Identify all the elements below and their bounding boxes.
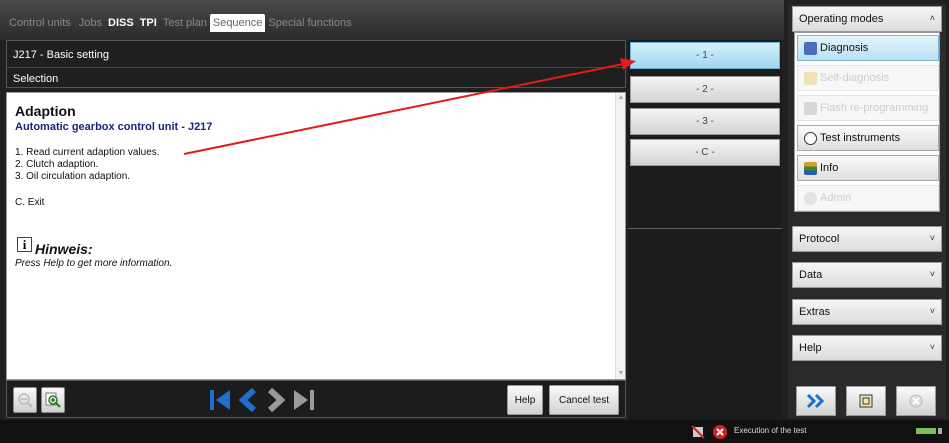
frame-icon	[859, 394, 873, 408]
header-divider	[7, 67, 625, 68]
scroll-up-icon[interactable]: ▲	[616, 93, 626, 103]
exit-icon	[909, 394, 923, 408]
next-step-button[interactable]	[263, 385, 289, 415]
side-panel: Operating modes ˄ Diagnosis Self-diagnos…	[788, 4, 946, 418]
side-tools	[792, 382, 942, 418]
operating-modes-label: Operating modes	[799, 13, 884, 25]
tab-bar: Control units Jobs DISS TPI Test plan Se…	[0, 0, 784, 40]
tab-test-plan[interactable]: Test plan	[160, 14, 210, 32]
protocol-header[interactable]: Protocol ˅	[792, 226, 942, 252]
mode-test-instruments[interactable]: Test instruments	[797, 125, 939, 151]
expand-icon[interactable]: ˅	[930, 306, 935, 316]
forward-button[interactable]	[796, 386, 836, 416]
first-step-icon	[210, 390, 230, 410]
mode-self-diagnosis-label: Self-diagnosis	[820, 72, 890, 84]
previous-step-icon	[238, 387, 257, 413]
help-header[interactable]: Help ˅	[792, 335, 942, 361]
status-text: Execution of the test	[734, 426, 807, 435]
zoom-out-button[interactable]	[13, 387, 37, 413]
screenshot-button[interactable]	[846, 386, 886, 416]
tab-control-units[interactable]: Control units	[6, 14, 74, 32]
zoom-out-icon	[18, 393, 33, 408]
option-1: 1. Read current adaption values.	[15, 147, 160, 158]
sequence-button-c[interactable]: - C -	[630, 139, 780, 166]
header-title: J217 - Basic setting	[13, 49, 109, 61]
extras-header[interactable]: Extras ˅	[792, 299, 942, 325]
step-header: J217 - Basic setting Selection	[6, 40, 626, 88]
zoom-in-icon	[45, 392, 61, 408]
tab-jobs[interactable]: Jobs	[76, 14, 105, 32]
option-3: 3. Oil circulation adaption.	[15, 171, 131, 182]
error-icon	[713, 425, 727, 439]
content-title: Adaption	[15, 103, 76, 119]
hint-title: Hinweis:	[35, 241, 93, 257]
mode-admin-label: Admin	[820, 192, 852, 204]
next-step-icon	[267, 387, 286, 413]
operating-modes-list: Diagnosis Self-diagnosis Flash re-progra…	[794, 32, 940, 212]
help-button[interactable]: Help	[507, 385, 543, 415]
tab-sequence[interactable]: Sequence	[209, 14, 266, 32]
operating-modes-header[interactable]: Operating modes ˄	[792, 6, 942, 32]
hint-text: Press Help to get more information.	[15, 258, 173, 269]
scroll-down-icon[interactable]: ▼	[616, 369, 626, 379]
mode-info[interactable]: Info	[797, 155, 939, 181]
sequence-divider	[628, 228, 782, 229]
content-subtitle: Automatic gearbox control unit - J217	[15, 121, 213, 133]
info-icon: i	[17, 237, 32, 252]
tabs: Control units Jobs DISS TPI Test plan Se…	[6, 14, 355, 32]
expand-icon[interactable]: ˅	[930, 269, 935, 279]
sequence-button-panel: - 1 - - 2 - - 3 - - C -	[628, 40, 782, 420]
help-label: Help	[799, 342, 822, 354]
content-scrollbar[interactable]: ▲ ▼	[615, 93, 625, 379]
mode-test-instruments-label: Test instruments	[820, 132, 901, 144]
protocol-label: Protocol	[799, 233, 840, 245]
header-subtitle: Selection	[13, 73, 59, 85]
gauge-icon	[804, 132, 817, 145]
data-header[interactable]: Data ˅	[792, 262, 942, 288]
first-step-button[interactable]	[207, 385, 233, 415]
mode-self-diagnosis: Self-diagnosis	[797, 65, 939, 91]
flash-icon	[804, 102, 817, 115]
mode-info-label: Info	[820, 162, 839, 174]
mode-flash-reprogramming: Flash re-programming	[797, 95, 939, 121]
stethoscope-icon	[804, 42, 817, 55]
mode-flash-label: Flash re-programming	[820, 102, 929, 114]
collapse-icon[interactable]: ˄	[930, 13, 935, 23]
admin-icon	[804, 192, 817, 205]
expand-icon[interactable]: ˅	[930, 342, 935, 352]
option-2: 2. Clutch adaption.	[15, 159, 99, 170]
diagnosis-app: Control units Jobs DISS TPI Test plan Se…	[0, 0, 949, 443]
book-icon	[804, 72, 817, 85]
battery-icon	[916, 428, 942, 434]
books-icon	[804, 162, 817, 175]
last-step-icon	[294, 390, 314, 410]
sequence-button-3[interactable]: - 3 -	[630, 108, 780, 135]
data-label: Data	[799, 269, 823, 281]
exit-button	[896, 386, 936, 416]
tool-icon	[691, 425, 705, 439]
sequence-button-2[interactable]: - 2 -	[630, 76, 780, 103]
mode-admin: Admin	[797, 185, 939, 211]
sequence-button-1[interactable]: - 1 -	[630, 42, 780, 69]
tab-tpi[interactable]: TPI	[137, 14, 160, 32]
option-exit: C. Exit	[15, 197, 45, 208]
content-area: Adaption Automatic gearbox control unit …	[6, 92, 626, 380]
previous-step-button[interactable]	[235, 385, 261, 415]
status-bar: Execution of the test	[0, 420, 949, 443]
mode-diagnosis[interactable]: Diagnosis	[797, 35, 939, 61]
bottom-toolbar: Help Cancel test	[6, 380, 626, 418]
cancel-test-button[interactable]: Cancel test	[549, 385, 619, 415]
extras-label: Extras	[799, 306, 831, 318]
last-step-button[interactable]	[291, 385, 317, 415]
mode-diagnosis-label: Diagnosis	[820, 42, 869, 54]
zoom-in-button[interactable]	[41, 387, 65, 413]
double-chevron-right-icon	[806, 393, 825, 409]
expand-icon[interactable]: ˅	[930, 233, 935, 243]
tab-special-functions[interactable]: Special functions	[265, 14, 354, 32]
tab-diss[interactable]: DISS	[105, 14, 137, 32]
